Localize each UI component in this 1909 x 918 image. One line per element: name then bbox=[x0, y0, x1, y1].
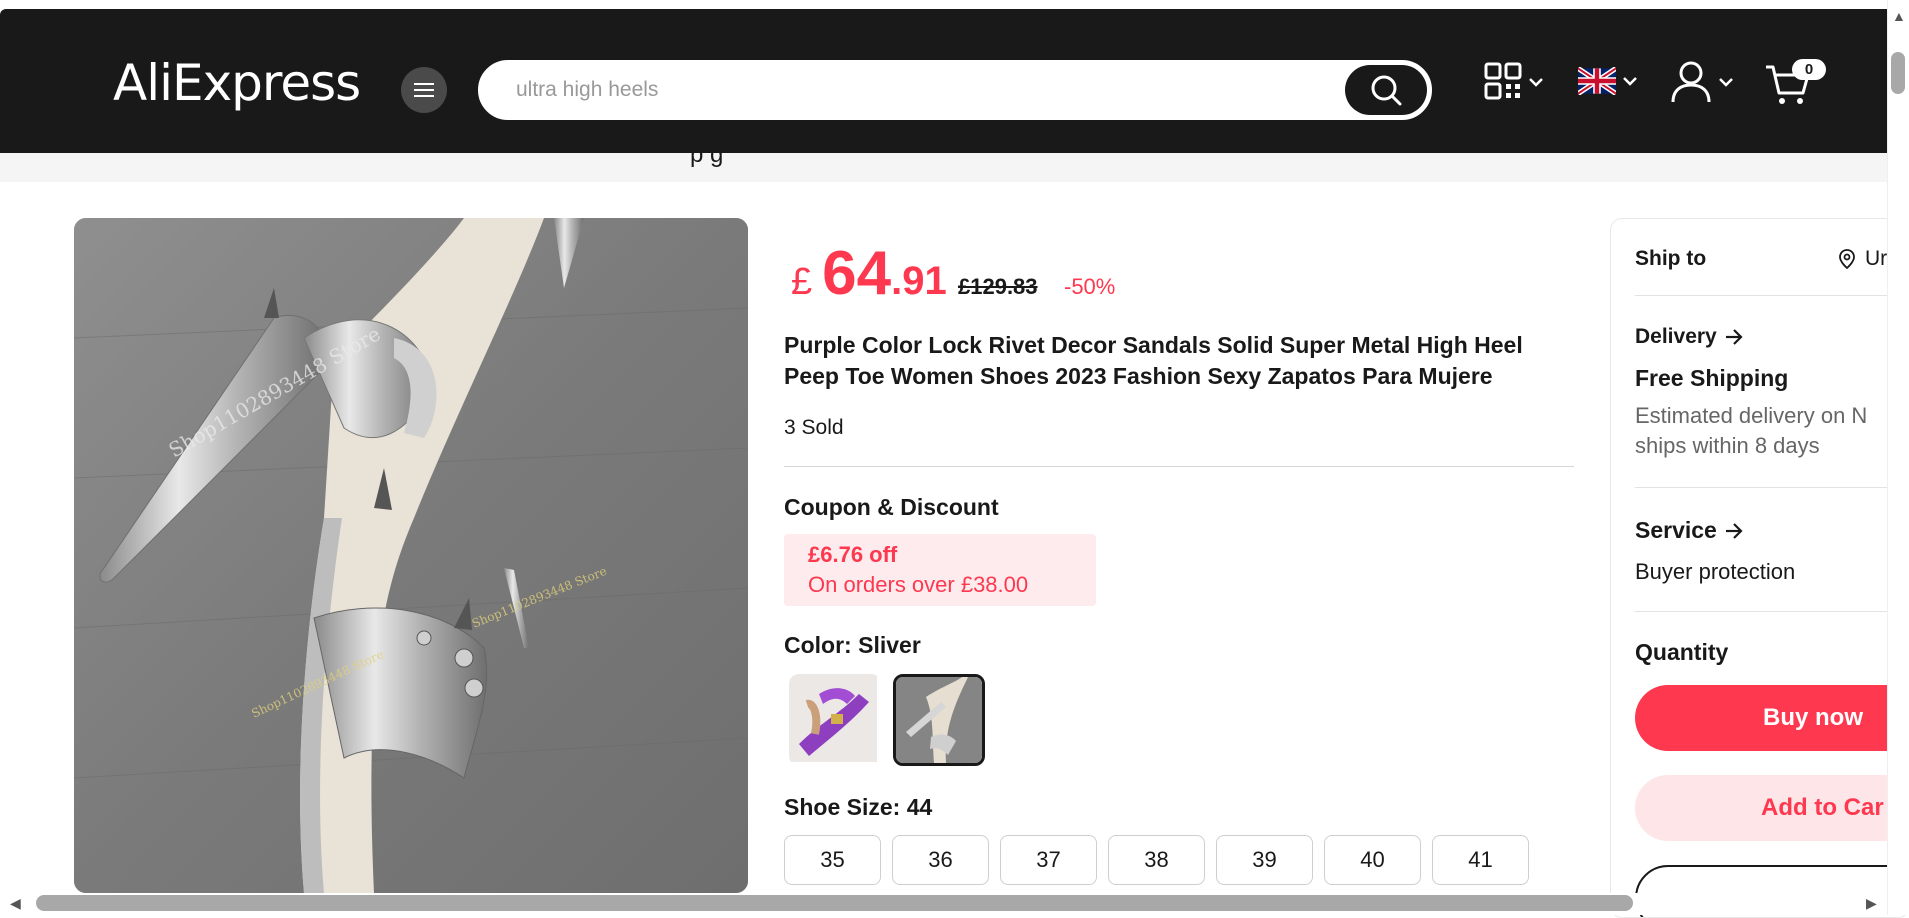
chevron-down-icon bbox=[1529, 78, 1543, 87]
delivery-link[interactable]: Delivery bbox=[1635, 325, 1743, 349]
arrow-right-icon bbox=[1725, 522, 1743, 539]
sold-count: 3 Sold bbox=[784, 416, 844, 439]
coupon-amount: £6.76 off bbox=[808, 542, 898, 567]
ships-within: ships within 8 days bbox=[1635, 433, 1820, 458]
color-label: Color: bbox=[784, 632, 859, 658]
app-qr-menu[interactable] bbox=[1484, 62, 1544, 102]
language-selector[interactable] bbox=[1578, 67, 1638, 95]
product-main-image[interactable]: Shop1102893448 Store Shop1102893448 Stor… bbox=[74, 218, 748, 893]
size-label: Shoe Size: bbox=[784, 794, 907, 820]
original-price: £129.83 bbox=[958, 274, 1038, 299]
cart-count-badge: 0 bbox=[1792, 59, 1826, 80]
sale-price: £ 64 .91 bbox=[791, 238, 947, 309]
user-icon bbox=[1671, 61, 1711, 103]
qr-code-icon bbox=[1484, 62, 1522, 100]
coupon-heading: Coupon & Discount bbox=[784, 494, 999, 520]
size-value: 44 bbox=[906, 794, 933, 820]
search-icon bbox=[1371, 75, 1402, 106]
delivery-label: Delivery bbox=[1635, 325, 1717, 348]
ship-to-destination: Ur bbox=[1865, 247, 1888, 270]
silver-sandal-thumbnail bbox=[896, 677, 982, 763]
search-button[interactable] bbox=[1345, 65, 1427, 115]
size-option[interactable]: 36 bbox=[892, 835, 989, 885]
search-bar bbox=[478, 60, 1432, 120]
aliexpress-logo[interactable]: AliExpress bbox=[113, 54, 361, 112]
hamburger-icon bbox=[414, 83, 434, 97]
coupon-condition: On orders over £38.00 bbox=[808, 572, 1029, 597]
site-header: AliExpress bbox=[0, 9, 1887, 153]
buy-now-button[interactable]: Buy now bbox=[1635, 685, 1909, 751]
size-heading: Shoe Size: 44 bbox=[784, 794, 932, 821]
scroll-right-arrow-icon[interactable]: ▶ bbox=[1866, 895, 1877, 912]
price-whole: 64 bbox=[822, 239, 892, 308]
ship-to-selector[interactable]: Ur bbox=[1839, 247, 1887, 271]
category-bar-text: p g bbox=[690, 153, 724, 168]
category-bar: p g bbox=[0, 153, 1887, 182]
quantity-label: Quantity bbox=[1635, 639, 1729, 665]
chevron-down-icon bbox=[1623, 77, 1637, 86]
purchase-panel: Ship to Ur Delivery Free Shipping Estima… bbox=[1610, 218, 1909, 918]
discount-percent: -50% bbox=[1064, 274, 1116, 299]
service-link[interactable]: Service bbox=[1635, 517, 1743, 544]
divider bbox=[784, 466, 1574, 467]
free-shipping: Free Shipping bbox=[1635, 365, 1789, 391]
size-option[interactable]: 37 bbox=[1000, 835, 1097, 885]
size-option[interactable]: 38 bbox=[1108, 835, 1205, 885]
price-cents: .91 bbox=[891, 259, 947, 303]
product-title: Purple Color Lock Rivet Decor Sandals So… bbox=[784, 332, 1523, 389]
scroll-up-arrow-icon[interactable]: ▲ bbox=[1892, 8, 1906, 24]
search-input[interactable] bbox=[514, 71, 1294, 109]
arrow-right-icon bbox=[1725, 329, 1743, 345]
size-option[interactable]: 40 bbox=[1324, 835, 1421, 885]
size-option[interactable]: 41 bbox=[1432, 835, 1529, 885]
divider bbox=[1635, 295, 1909, 296]
vertical-scrollbar[interactable] bbox=[1887, 0, 1909, 915]
menu-button[interactable] bbox=[401, 67, 447, 113]
service-label: Service bbox=[1635, 517, 1717, 543]
vertical-scroll-thumb[interactable] bbox=[1891, 52, 1905, 94]
buyer-protection: Buyer protection bbox=[1635, 559, 1796, 584]
account-menu[interactable] bbox=[1670, 60, 1734, 104]
location-pin-icon bbox=[1839, 249, 1855, 269]
color-value: Sliver bbox=[858, 632, 921, 658]
color-swatch-silver[interactable] bbox=[893, 674, 985, 766]
scroll-left-arrow-icon[interactable]: ◀ bbox=[10, 895, 21, 912]
purple-sandal-thumbnail bbox=[789, 674, 877, 762]
color-heading: Color: Sliver bbox=[784, 632, 921, 659]
ship-to-label: Ship to bbox=[1635, 247, 1707, 270]
add-to-cart-button[interactable]: Add to Car bbox=[1635, 775, 1909, 841]
horizontal-scroll-thumb[interactable] bbox=[36, 895, 1633, 911]
browser-page: AliExpress 0 p g bbox=[0, 0, 1909, 918]
size-option[interactable]: 35 bbox=[784, 835, 881, 885]
delivery-estimate: Estimated delivery on N bbox=[1635, 403, 1868, 428]
color-swatch-purple[interactable] bbox=[789, 674, 881, 766]
sandal-photo: Shop1102893448 Store Shop1102893448 Stor… bbox=[74, 218, 748, 893]
uk-flag-icon bbox=[1578, 67, 1616, 95]
coupon-card[interactable]: £6.76 off On orders over £38.00 bbox=[784, 534, 1096, 606]
divider bbox=[1635, 611, 1909, 612]
divider bbox=[1635, 487, 1909, 488]
size-option[interactable]: 39 bbox=[1216, 835, 1313, 885]
price-currency: £ bbox=[791, 261, 813, 303]
chevron-down-icon bbox=[1719, 78, 1733, 87]
